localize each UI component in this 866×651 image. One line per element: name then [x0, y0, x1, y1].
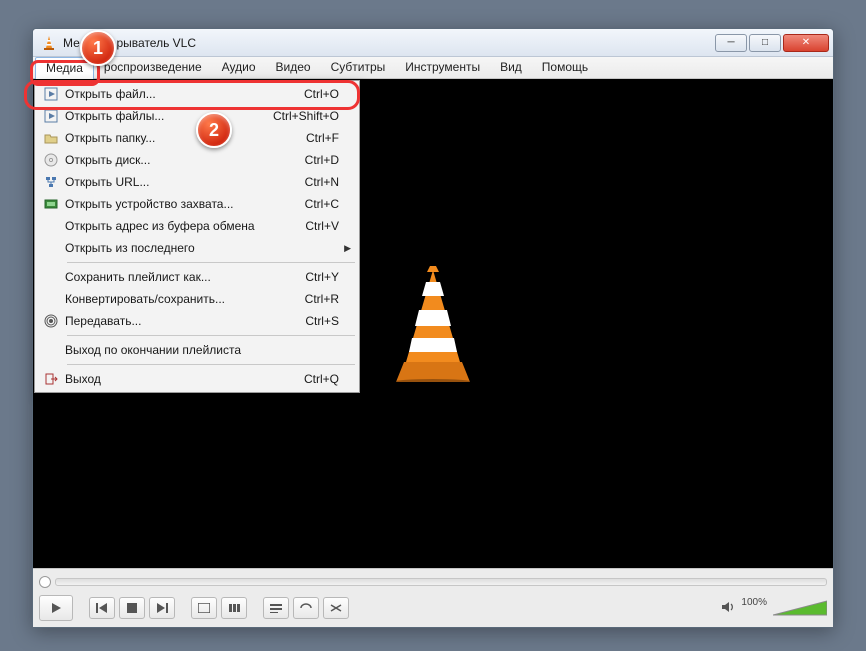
menu-item[interactable]: Передавать...Ctrl+S [37, 310, 357, 332]
window-title: Ме рыватель VLC [63, 36, 715, 50]
titlebar[interactable]: Ме рыватель VLC ─ □ ✕ [33, 29, 833, 57]
stop-button[interactable] [119, 597, 145, 619]
menu-item-label: Открыть устройство захвата... [65, 197, 305, 211]
vlc-cone-logo [378, 264, 488, 384]
menu-item-label: Сохранить плейлист как... [65, 270, 305, 284]
play-button[interactable] [39, 595, 73, 621]
menu-audio[interactable]: Аудио [212, 57, 266, 79]
menu-item-shortcut: Ctrl+Q [304, 372, 339, 386]
menu-item-label: Открыть файлы... [65, 109, 273, 123]
menubar: Медиа роспроизведение Аудио Видео Субтит… [33, 57, 833, 79]
seek-bar[interactable] [39, 573, 827, 591]
menu-separator [67, 262, 355, 263]
seek-knob[interactable] [39, 576, 51, 588]
menu-item-shortcut: Ctrl+C [305, 197, 339, 211]
menu-view[interactable]: Вид [490, 57, 532, 79]
menu-item-label: Открыть диск... [65, 153, 305, 167]
volume-label: 100% [741, 597, 767, 608]
maximize-button[interactable]: □ [749, 34, 781, 52]
folder-icon [37, 131, 65, 145]
controls-panel: 100% [33, 568, 833, 627]
menu-item[interactable]: Открыть диск...Ctrl+D [37, 149, 357, 171]
ext-settings-button[interactable] [221, 597, 247, 619]
menu-separator [67, 364, 355, 365]
shuffle-button[interactable] [323, 597, 349, 619]
stream-icon [37, 314, 65, 328]
menu-item-label: Открыть из последнего [65, 241, 339, 255]
minimize-button[interactable]: ─ [715, 34, 747, 52]
exit-icon [37, 372, 65, 386]
annotation-badge-2: 2 [196, 112, 232, 148]
menu-item[interactable]: Открыть устройство захвата...Ctrl+C [37, 193, 357, 215]
menu-item-label: Выход по окончании плейлиста [65, 343, 339, 357]
window-buttons: ─ □ ✕ [715, 34, 829, 52]
menu-item[interactable]: Выход по окончании плейлиста [37, 339, 357, 361]
submenu-arrow-icon: ▶ [344, 243, 351, 254]
fullscreen-button[interactable] [191, 597, 217, 619]
menu-item-shortcut: Ctrl+R [305, 292, 339, 306]
menu-item[interactable]: Открыть URL...Ctrl+N [37, 171, 357, 193]
prev-button[interactable] [89, 597, 115, 619]
next-button[interactable] [149, 597, 175, 619]
seek-track[interactable] [55, 578, 827, 586]
menu-item-shortcut: Ctrl+V [305, 219, 339, 233]
menu-item-shortcut: Ctrl+S [305, 314, 339, 328]
menu-video[interactable]: Видео [266, 57, 321, 79]
menu-item[interactable]: Конвертировать/сохранить...Ctrl+R [37, 288, 357, 310]
menu-playback[interactable]: роспроизведение [94, 57, 212, 79]
menu-item[interactable]: Сохранить плейлист как...Ctrl+Y [37, 266, 357, 288]
speaker-icon[interactable] [721, 600, 735, 617]
menu-separator [67, 335, 355, 336]
menu-item-label: Открыть папку... [65, 131, 306, 145]
menu-item[interactable]: ВыходCtrl+Q [37, 368, 357, 390]
menu-subtitles[interactable]: Субтитры [321, 57, 396, 79]
menu-item-shortcut: Ctrl+Y [305, 270, 339, 284]
annotation-badge-1: 1 [80, 30, 116, 66]
menu-item-shortcut: Ctrl+N [305, 175, 339, 189]
play-file-icon [37, 109, 65, 123]
menu-item-label: Открыть адрес из буфера обмена [65, 219, 305, 233]
volume-slider[interactable] [773, 599, 827, 617]
menu-item-label: Конвертировать/сохранить... [65, 292, 305, 306]
menu-item-shortcut: Ctrl+F [306, 131, 339, 145]
menu-item-label: Передавать... [65, 314, 305, 328]
loop-button[interactable] [293, 597, 319, 619]
menu-item-shortcut: Ctrl+Shift+O [273, 109, 339, 123]
menu-item-shortcut: Ctrl+D [305, 153, 339, 167]
close-button[interactable]: ✕ [783, 34, 829, 52]
vlc-cone-icon [41, 35, 57, 51]
playlist-button[interactable] [263, 597, 289, 619]
menu-item[interactable]: Открыть адрес из буфера обменаCtrl+V [37, 215, 357, 237]
menu-item[interactable]: Открыть из последнего ▶ [37, 237, 357, 259]
menu-help[interactable]: Помощь [532, 57, 598, 79]
network-icon [37, 175, 65, 189]
disc-icon [37, 153, 65, 167]
annotation-highlight-open-file [24, 80, 360, 110]
menu-item-label: Открыть URL... [65, 175, 305, 189]
capture-icon [37, 197, 65, 211]
menu-tools[interactable]: Инструменты [395, 57, 490, 79]
menu-item-label: Выход [65, 372, 304, 386]
